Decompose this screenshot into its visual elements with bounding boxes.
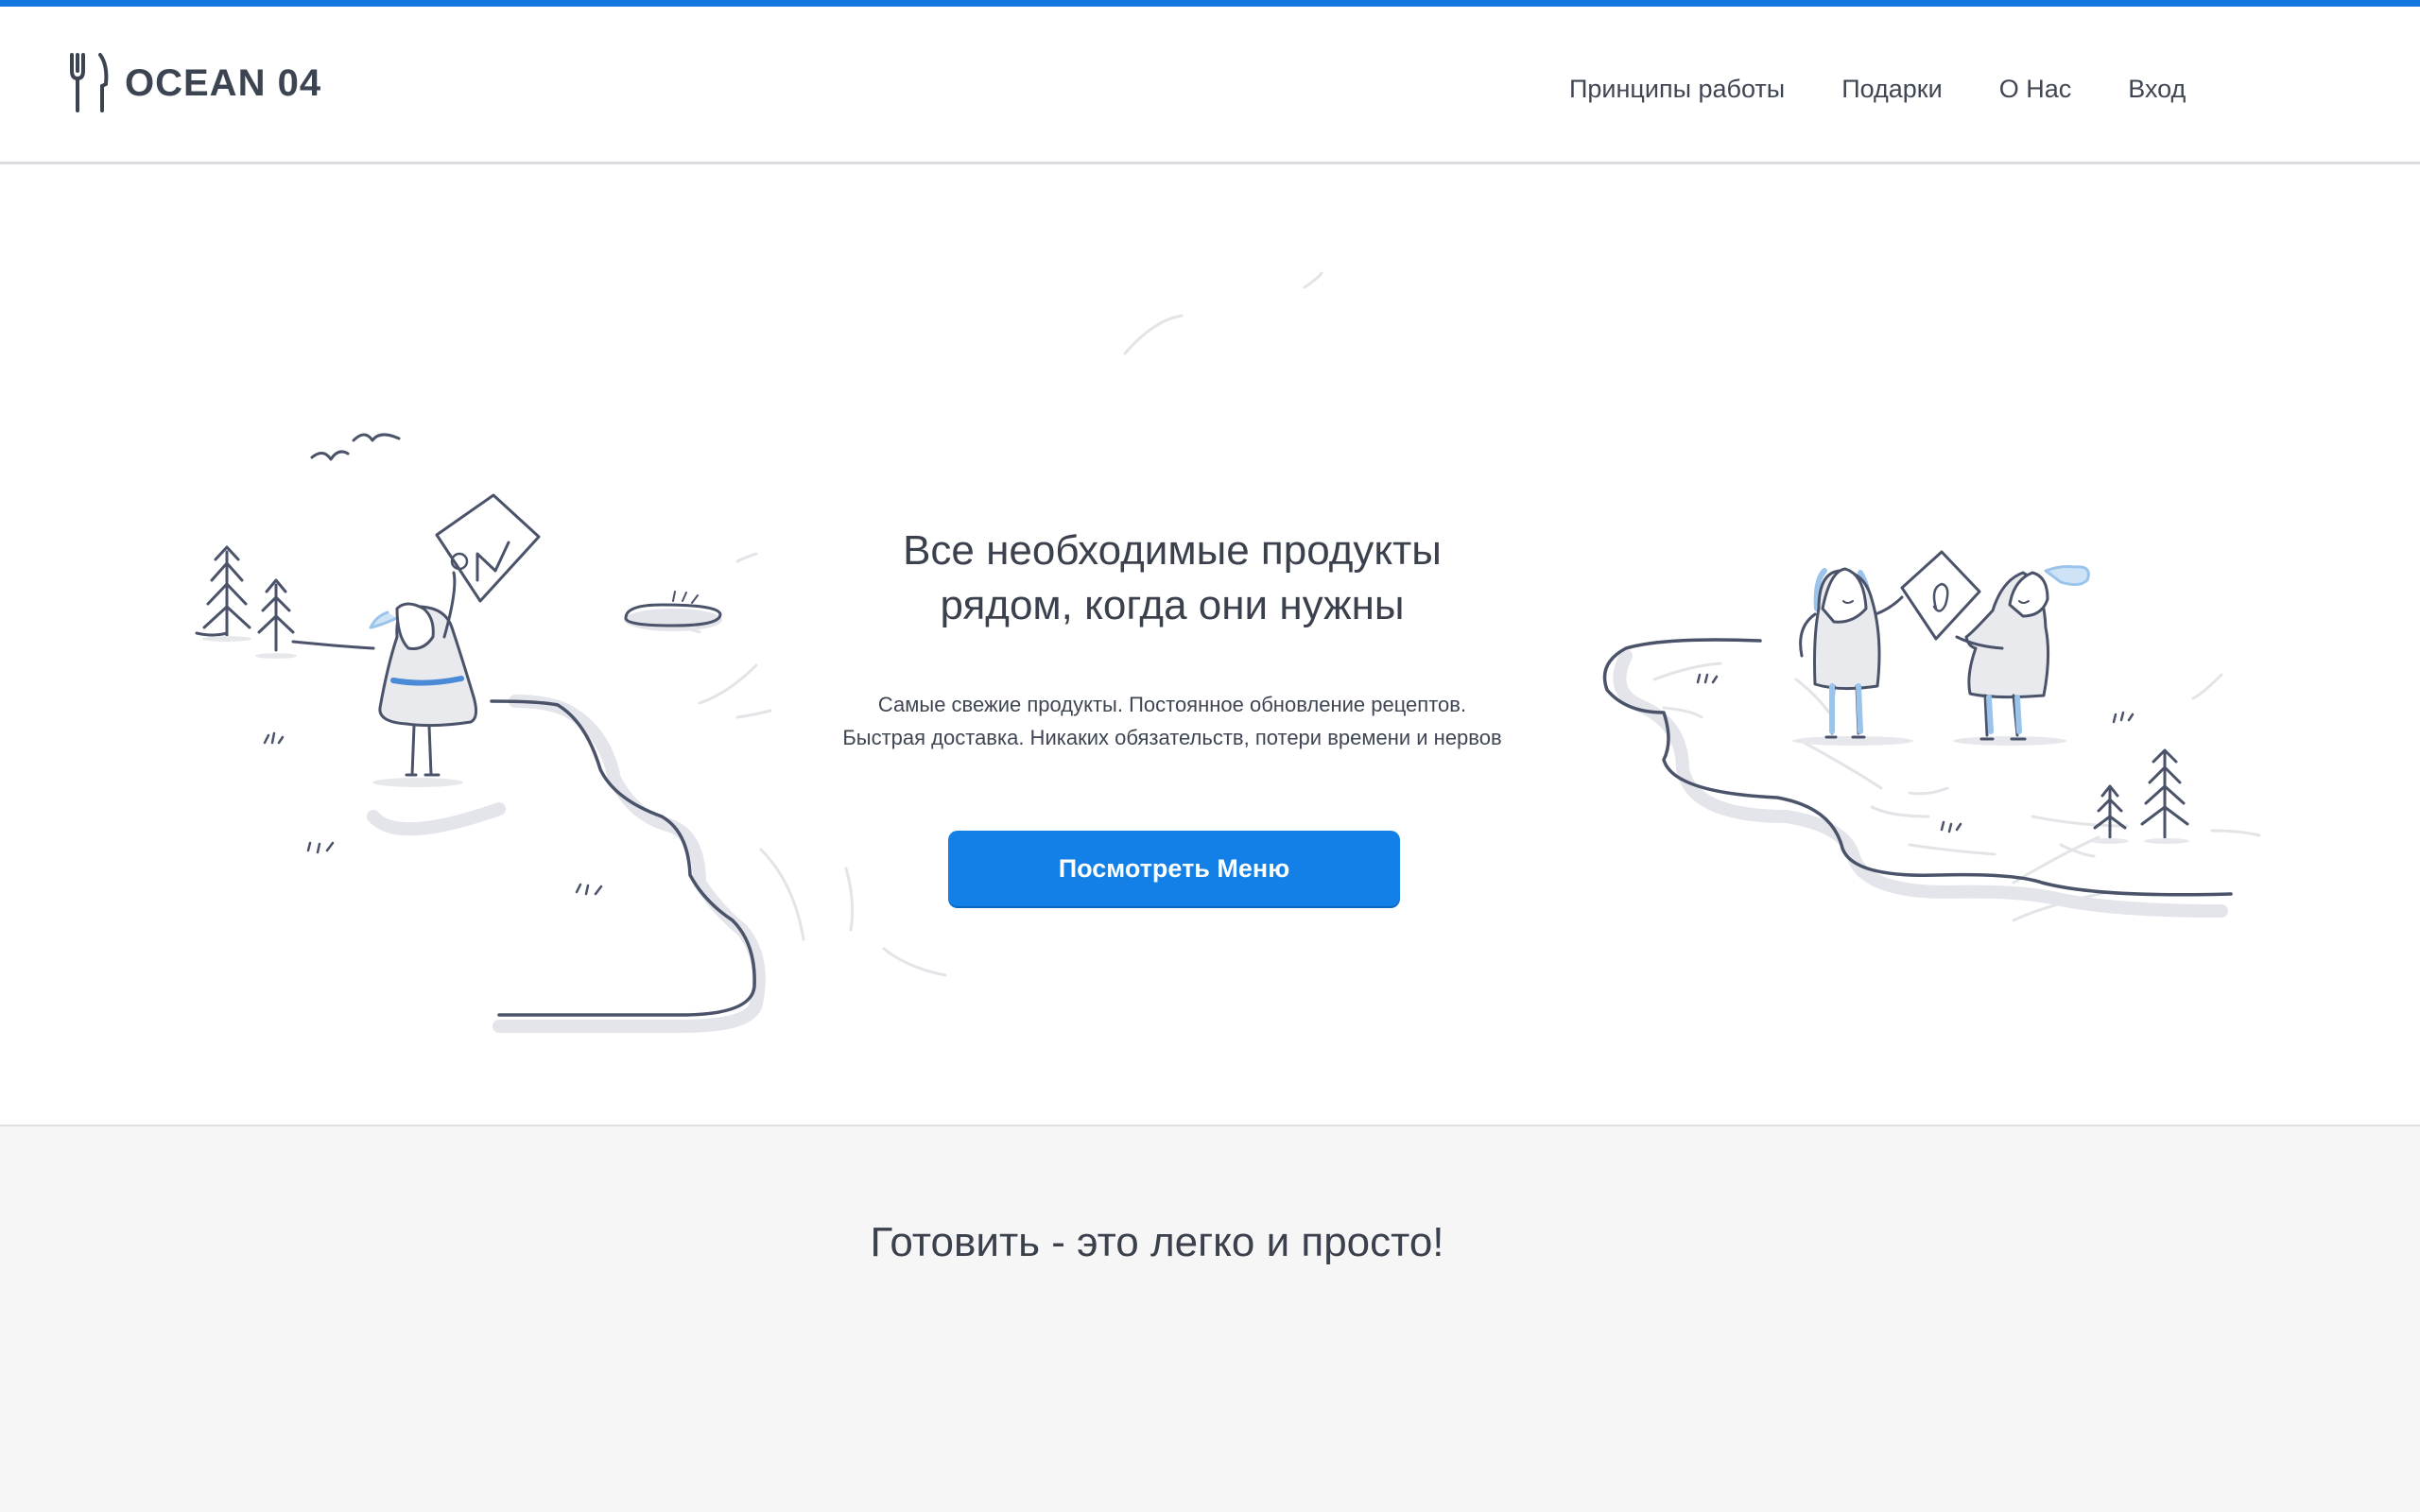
nav-item-about[interactable]: О Нас bbox=[1999, 75, 2072, 104]
site-header: OCEAN 04 Принципы работы Подарки О Нас В… bbox=[0, 7, 2420, 164]
logo-text: OCEAN 04 bbox=[125, 61, 322, 104]
view-menu-button[interactable]: Посмотреть Меню bbox=[948, 831, 1400, 906]
hero-title: Все необходимые продукты рядом, когда он… bbox=[700, 524, 1645, 633]
logo[interactable]: OCEAN 04 bbox=[66, 50, 321, 116]
hero-subtitle: Самые свежие продукты. Постоянное обновл… bbox=[700, 688, 1645, 754]
nav-item-principles[interactable]: Принципы работы bbox=[1569, 75, 1785, 104]
how-it-works-section: Готовить - это легко и просто! bbox=[0, 1125, 2420, 1512]
hero-illustration bbox=[195, 271, 2261, 1033]
hero-title-line1: Все необходимые продукты bbox=[903, 527, 1442, 574]
fork-knife-icon bbox=[70, 53, 109, 112]
hero-title-line2: рядом, когда они нужны bbox=[940, 582, 1405, 628]
main-nav: Принципы работы Подарки О Нас Вход bbox=[1569, 75, 2242, 104]
top-accent-bar bbox=[0, 0, 2420, 7]
nav-item-gifts[interactable]: Подарки bbox=[1841, 75, 1943, 104]
hero-section: Все необходимые продукты рядом, когда он… bbox=[0, 164, 2420, 1125]
nav-item-login[interactable]: Вход bbox=[2128, 75, 2186, 104]
hero-subtitle-line1: Самые свежие продукты. Постоянное обновл… bbox=[877, 693, 1467, 716]
hero-subtitle-line2: Быстрая доставка. Никаких обязательств, … bbox=[842, 726, 1502, 749]
section-title: Готовить - это легко и просто! bbox=[870, 1219, 1444, 1265]
